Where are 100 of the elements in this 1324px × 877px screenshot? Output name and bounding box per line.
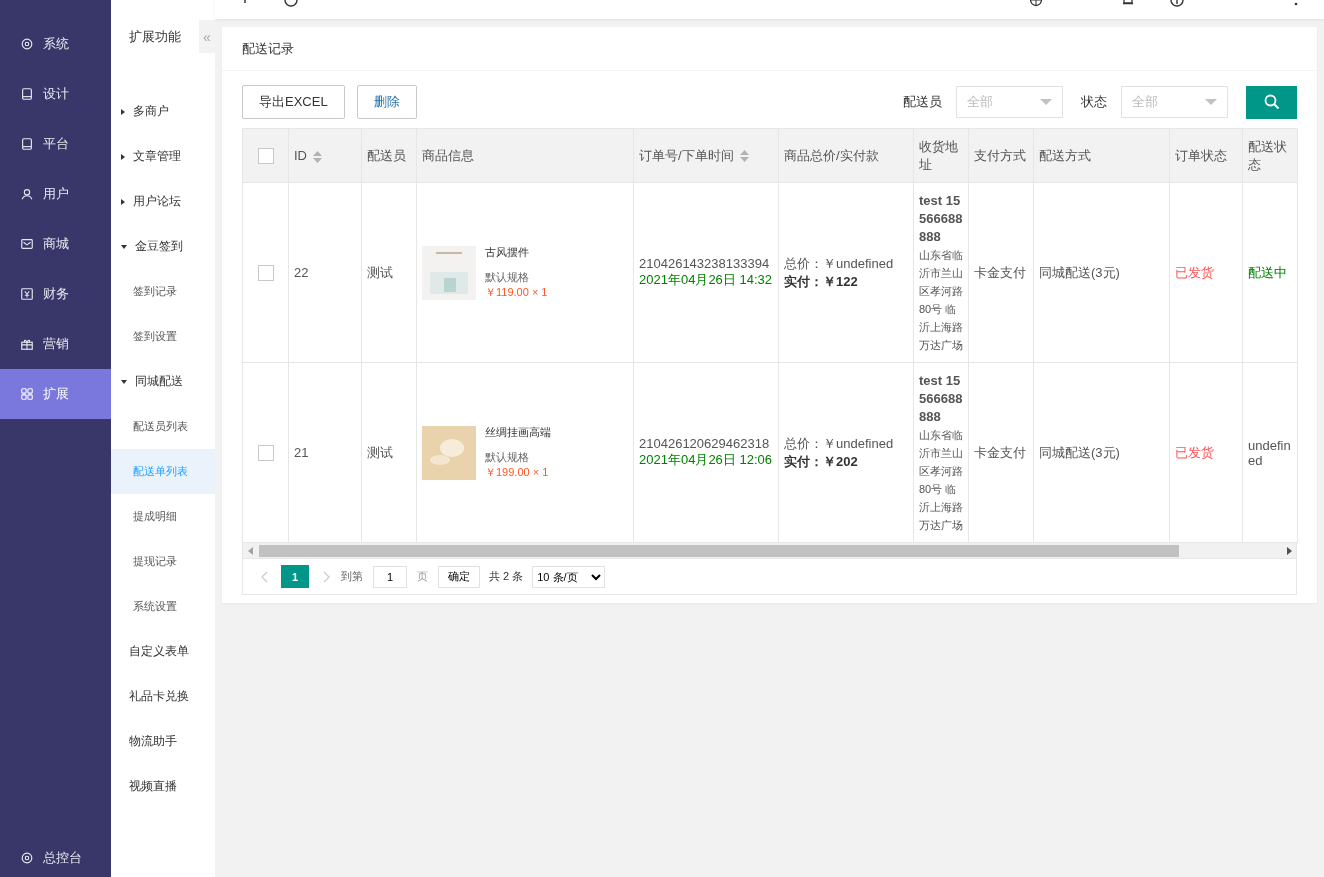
- nav-item[interactable]: 商城: [0, 219, 111, 269]
- delivery-method: 同城配送(3元): [1039, 444, 1120, 460]
- column-header: 商品总价/实付款: [784, 147, 879, 163]
- product-spec: 默认规格: [485, 270, 530, 285]
- column-header: 支付方式: [974, 147, 1026, 163]
- nav-item[interactable]: 平台: [0, 119, 111, 169]
- caret-right-icon: [121, 108, 125, 115]
- sub-nav-title: 扩展功能: [129, 27, 181, 46]
- sort-icon[interactable]: [313, 150, 322, 163]
- nav-item[interactable]: 签到设置: [111, 314, 215, 359]
- scroll-right-icon[interactable]: [1286, 546, 1292, 555]
- product-photo: [422, 245, 476, 300]
- id-text: 22: [294, 265, 309, 280]
- total-count: 共 2 条: [489, 569, 524, 584]
- export-button[interactable]: 导出EXCEL: [242, 85, 345, 119]
- paid-amount: 实付：￥122: [784, 272, 859, 291]
- order-status: 已发货: [1175, 444, 1214, 460]
- page-unit: 页: [417, 569, 428, 584]
- nav-item[interactable]: 用户: [0, 169, 111, 219]
- search-button[interactable]: [1246, 85, 1297, 119]
- column-header: 收货地址: [919, 138, 958, 172]
- order-time: 2021年04月26日 14:32: [639, 271, 773, 289]
- product-name: 丝绸挂画高端: [485, 425, 551, 440]
- total-price: 总价：￥undefined: [784, 254, 895, 273]
- gear-icon: [20, 851, 34, 865]
- horizontal-scrollbar[interactable]: [242, 543, 1297, 559]
- nav-item[interactable]: 营销: [0, 319, 111, 369]
- envelope-icon: [20, 237, 34, 251]
- nav-group[interactable]: 文章管理: [111, 134, 215, 179]
- page-input[interactable]: 1: [373, 565, 407, 588]
- courier-name: 测试: [367, 264, 393, 280]
- nav-group[interactable]: 用户论坛: [111, 179, 215, 224]
- painting-photo: [422, 425, 476, 480]
- nav-item[interactable]: 提现记录: [111, 539, 215, 584]
- product-name: 古风摆件: [485, 245, 530, 260]
- money-icon: [20, 287, 34, 301]
- product-spec: 默认规格: [485, 450, 530, 465]
- delivery-method: 同城配送(3元): [1039, 264, 1120, 280]
- sort-icon[interactable]: [739, 150, 749, 163]
- nav-item[interactable]: 系统: [0, 19, 111, 69]
- nav-group[interactable]: 金豆签到: [111, 224, 215, 269]
- nav-item[interactable]: 设计: [0, 69, 111, 119]
- page-button[interactable]: 1: [281, 565, 309, 588]
- nav-item[interactable]: 物流助手: [111, 719, 215, 764]
- column-header: 配送状态: [1248, 138, 1287, 172]
- caret-right-icon: [121, 153, 125, 160]
- prev-page-icon[interactable]: [260, 570, 268, 583]
- user-icon: [20, 187, 34, 201]
- caret-down-icon: [121, 379, 127, 384]
- confirm-button[interactable]: 确定: [438, 565, 480, 588]
- nav-item[interactable]: 签到记录: [111, 269, 215, 314]
- column-header: 配送员: [367, 147, 406, 163]
- delete-button[interactable]: 删除: [356, 85, 417, 119]
- grid-icon: [20, 387, 34, 401]
- column-header: 配送方式: [1039, 147, 1091, 163]
- order-number: 210426120629462318: [639, 436, 771, 451]
- tablet-icon: [20, 137, 34, 151]
- nav-item[interactable]: 系统设置: [111, 584, 215, 629]
- order-number: 210426143238133394: [639, 256, 771, 271]
- delivery-status: undefined: [1248, 437, 1291, 468]
- column-header: ID: [294, 148, 307, 163]
- nav-group[interactable]: 多商户: [111, 89, 215, 134]
- nav-item[interactable]: 配送员列表: [111, 404, 215, 449]
- page-size-select[interactable]: 10 条/页: [532, 565, 606, 588]
- checkbox[interactable]: [258, 444, 274, 461]
- product-price: ￥199.00 × 1: [485, 465, 550, 480]
- column-header: 订单状态: [1175, 147, 1227, 163]
- tablet-icon: [20, 87, 34, 101]
- product-price: ￥119.00 × 1: [485, 285, 548, 300]
- address-text: 山东省临沂市兰山区孝河路80号 临沂上海路万达广场: [919, 427, 963, 533]
- payment-method: 卡金支付: [974, 264, 1026, 280]
- nav-item[interactable]: 礼品卡兑换: [111, 674, 215, 719]
- order-time: 2021年04月26日 12:06: [639, 451, 773, 469]
- contact-text: test 15566688888: [919, 191, 963, 246]
- address-text: 山东省临沂市兰山区孝河路80号 临沂上海路万达广场: [919, 247, 963, 353]
- nav-item[interactable]: 提成明细: [111, 494, 215, 539]
- search-icon: [1263, 94, 1280, 110]
- nav-item[interactable]: 自定义表单: [111, 629, 215, 674]
- filter-label: 配送员: [903, 93, 942, 111]
- nav-item[interactable]: 财务: [0, 269, 111, 319]
- scroll-left-icon[interactable]: [247, 546, 253, 555]
- nav-item[interactable]: 扩展: [0, 369, 111, 419]
- checkbox[interactable]: [258, 264, 274, 281]
- courier-name: 测试: [367, 444, 393, 460]
- payment-method: 卡金支付: [974, 444, 1026, 460]
- goto-label: 到第: [341, 569, 363, 584]
- column-header: 订单号/下单时间: [639, 147, 734, 163]
- nav-group[interactable]: 同城配送: [111, 359, 215, 404]
- delivery-status: 配送中: [1248, 264, 1287, 280]
- caret-right-icon: [121, 198, 125, 205]
- next-page-icon[interactable]: [322, 570, 330, 583]
- contact-text: test 15566688888: [919, 371, 963, 426]
- checkbox[interactable]: [258, 147, 274, 164]
- gift-icon: [20, 337, 34, 351]
- column-header: 商品信息: [422, 147, 474, 163]
- nav-item[interactable]: 总控台: [0, 839, 111, 877]
- panel-title: 配送记录: [222, 27, 1317, 71]
- gear-icon: [20, 37, 34, 51]
- nav-item[interactable]: 视频直播: [111, 764, 215, 809]
- caret-down-icon: [121, 244, 127, 249]
